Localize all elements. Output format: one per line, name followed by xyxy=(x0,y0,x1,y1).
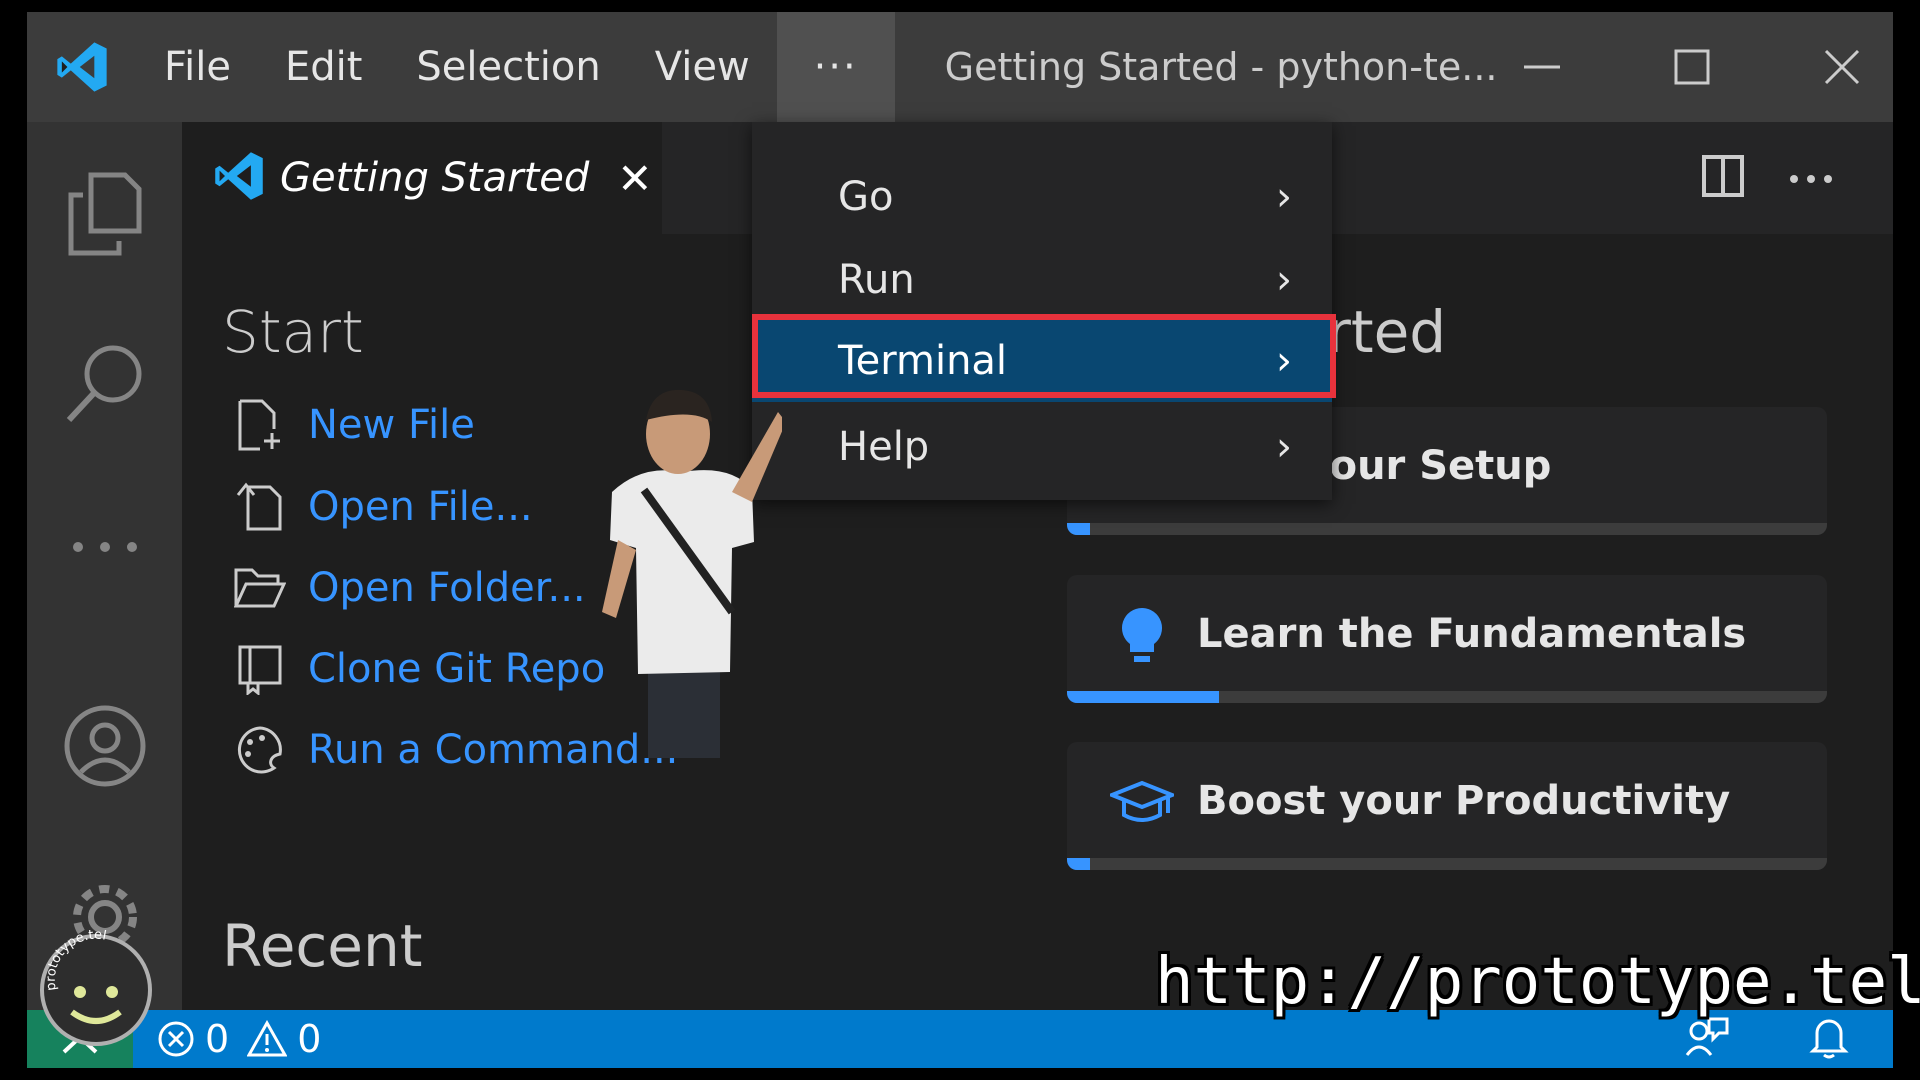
progress-track xyxy=(1067,858,1827,870)
watermark-url: http://prototype.tel xyxy=(1155,945,1920,1019)
accounts-icon[interactable] xyxy=(55,696,155,796)
progress-fill xyxy=(1067,858,1090,870)
presenter-figure xyxy=(602,389,782,758)
vscode-tab-icon xyxy=(212,149,266,207)
more-menu-dropdown: Go › Run › Terminal › Help › xyxy=(752,122,1332,500)
tab-label: Getting Started xyxy=(280,155,590,201)
problems-indicator[interactable]: 0 0 xyxy=(157,1017,321,1061)
open-folder-link[interactable]: Open Folder... xyxy=(232,560,586,616)
menu-more-button[interactable]: ··· xyxy=(776,12,895,122)
menu-go-label: Go xyxy=(838,174,894,220)
lightbulb-icon xyxy=(1107,601,1177,671)
chevron-right-icon: › xyxy=(1276,257,1292,303)
start-heading: Start xyxy=(222,298,364,366)
warning-count: 0 xyxy=(297,1017,322,1061)
close-icon xyxy=(1824,49,1860,85)
window-title: Getting Started - python-te... xyxy=(944,45,1498,89)
open-folder-icon xyxy=(232,560,288,616)
tab-close-button[interactable]: ✕ xyxy=(617,154,652,203)
menu-view[interactable]: View xyxy=(628,12,777,122)
highlight-annotation-box xyxy=(752,314,1336,398)
menu-run[interactable]: Run › xyxy=(752,239,1332,321)
prototype-logo: prototype.tel xyxy=(40,930,152,1046)
close-window-button[interactable] xyxy=(1777,12,1893,122)
walkthrough-card-label: Boost your Productivity xyxy=(1197,778,1731,824)
minimize-button[interactable] xyxy=(1477,12,1607,122)
more-views-icon[interactable] xyxy=(55,497,155,597)
command-palette-icon xyxy=(232,722,288,778)
clone-repo-icon xyxy=(232,641,288,697)
open-folder-label: Open Folder... xyxy=(308,565,586,611)
chevron-right-icon: › xyxy=(1276,424,1292,470)
feedback-icon[interactable] xyxy=(1685,1015,1729,1063)
tab-getting-started[interactable]: Getting Started ✕ xyxy=(182,122,662,234)
menu-help-label: Help xyxy=(838,424,930,470)
open-file-label: Open File... xyxy=(308,484,533,530)
title-bar: File Edit Selection View ··· Getting Sta… xyxy=(27,12,1893,122)
clone-git-repo-label: Clone Git Repo xyxy=(308,646,606,692)
walkthroughs-heading: rted xyxy=(1327,298,1447,366)
recent-heading: Recent xyxy=(222,912,423,980)
explorer-icon[interactable] xyxy=(55,164,155,264)
progress-track xyxy=(1067,523,1827,535)
walkthrough-card-label: Learn the Fundamentals xyxy=(1197,611,1747,657)
menu-go[interactable]: Go › xyxy=(752,156,1332,238)
vscode-window: File Edit Selection View ··· Getting Sta… xyxy=(27,12,1893,1068)
more-actions-icon[interactable] xyxy=(1789,169,1833,188)
walkthrough-card-fundamentals[interactable]: Learn the Fundamentals xyxy=(1067,575,1827,703)
menu-run-label: Run xyxy=(838,257,915,303)
activity-bar xyxy=(27,122,182,1010)
maximize-icon xyxy=(1674,49,1710,85)
error-icon xyxy=(158,1021,194,1057)
vscode-logo-icon xyxy=(27,12,137,122)
walkthrough-card-productivity[interactable]: Boost your Productivity xyxy=(1067,742,1827,870)
menu-help[interactable]: Help › xyxy=(752,406,1332,488)
menu-selection[interactable]: Selection xyxy=(389,12,627,122)
chevron-right-icon: › xyxy=(1276,174,1292,220)
menu-edit[interactable]: Edit xyxy=(258,12,389,122)
open-file-icon xyxy=(232,479,288,535)
search-icon[interactable] xyxy=(55,332,155,432)
minimize-icon xyxy=(1524,65,1560,69)
warning-icon xyxy=(247,1020,288,1057)
clone-git-repo-link[interactable]: Clone Git Repo xyxy=(232,641,605,697)
new-file-icon xyxy=(232,397,288,453)
progress-fill xyxy=(1067,691,1219,703)
progress-fill xyxy=(1067,523,1090,535)
new-file-label: New File xyxy=(308,402,475,448)
maximize-button[interactable] xyxy=(1627,12,1757,122)
mortarboard-icon xyxy=(1107,768,1177,838)
notifications-bell-icon[interactable] xyxy=(1809,1015,1849,1063)
error-count: 0 xyxy=(205,1017,230,1061)
split-editor-icon[interactable] xyxy=(1701,154,1745,202)
new-file-link[interactable]: New File xyxy=(232,397,475,453)
menu-file[interactable]: File xyxy=(137,12,258,122)
editor-actions xyxy=(1701,122,1833,234)
open-file-link[interactable]: Open File... xyxy=(232,479,533,535)
